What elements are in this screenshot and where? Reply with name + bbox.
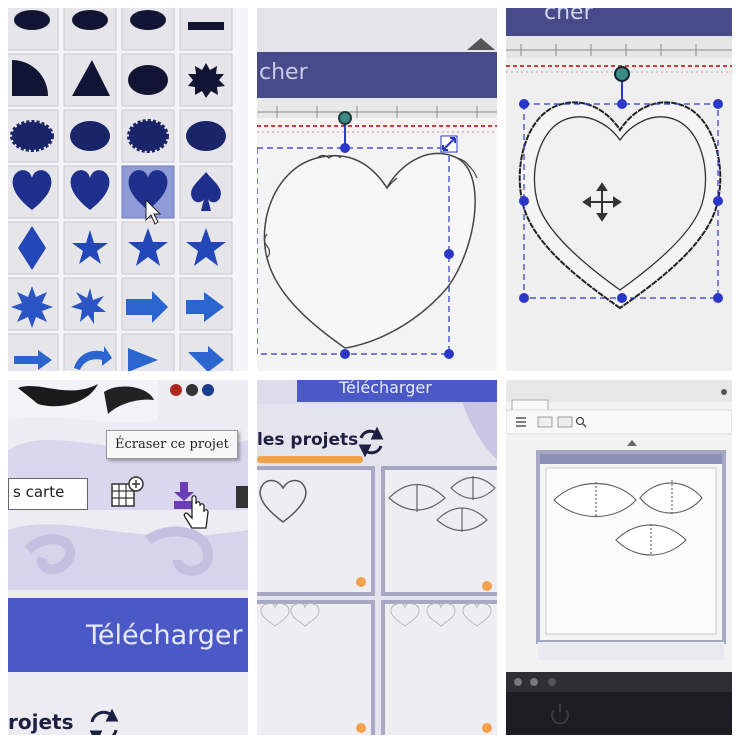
resize-handle-right[interactable] [713,196,723,206]
status-dot [356,577,366,587]
status-dot [482,581,492,591]
toolbar-button[interactable] [557,416,573,428]
resize-handle-bottom[interactable] [617,293,627,303]
toolbar-button[interactable] [537,416,553,428]
project-gallery-panel: Télécharger les projets [257,380,497,735]
resize-handle-right[interactable] [444,249,454,259]
resize-handle-bottom-left[interactable] [519,293,529,303]
scalloped-oval-shape-2[interactable] [127,119,169,153]
resize-handle-bottom-right[interactable] [444,349,454,359]
project-tile-1[interactable] [257,466,375,596]
ribbon-bar [506,8,732,36]
starburst-shape-1[interactable] [11,286,53,328]
oval-shape-1[interactable] [70,121,110,151]
oval-shape-2[interactable] [186,121,226,151]
canvas-resize-panel: cher [257,8,497,371]
canvas-header [540,454,722,464]
resize-handle-top-right[interactable] [713,99,723,109]
shape-library-panel [8,8,248,371]
rotate-handle-icon[interactable] [614,66,630,82]
scalloped-oval-shape[interactable] [10,120,54,152]
resize-handle-left[interactable] [519,196,529,206]
ellipse-shape[interactable] [128,65,168,95]
monitor-screen-panel [506,380,732,735]
project-tile-3[interactable] [257,600,375,735]
resize-handle-icon[interactable] [440,135,458,153]
progress-bar [257,456,363,463]
screenshot-collage: cher cher Écraser ce projet s carte Télé… [0,0,739,741]
resize-handle-top-left[interactable] [519,99,529,109]
trash-icon[interactable] [236,486,248,508]
projects-section-title: rojets [8,710,74,734]
resize-handle-bottom[interactable] [340,349,350,359]
upload-button[interactable]: Télécharger [8,598,248,672]
upload-button-label: Télécharger [86,619,243,651]
project-tile-2[interactable] [381,466,497,596]
status-dot [356,723,366,733]
upload-button-label: Télécharger [339,380,432,397]
ribbon-title: cher [259,60,308,85]
resize-handle-bottom-right[interactable] [713,293,723,303]
account-icon[interactable] [721,389,727,395]
resize-handle-top[interactable] [617,99,627,109]
resize-handle-top[interactable] [340,143,350,153]
app-tab[interactable] [511,399,549,411]
projects-section-title: les projets [257,430,359,450]
canvas-heart-selected-panel: cher [506,8,732,371]
overwrite-project-panel: Écraser ce projet s carte Télécharger ro… [8,380,248,735]
status-dot [482,723,492,733]
project-name-input[interactable]: s carte [8,478,88,510]
ribbon-title: cher [544,8,593,25]
rotate-handle-icon[interactable] [338,111,352,125]
overwrite-project-tooltip: Écraser ce projet [106,430,238,459]
